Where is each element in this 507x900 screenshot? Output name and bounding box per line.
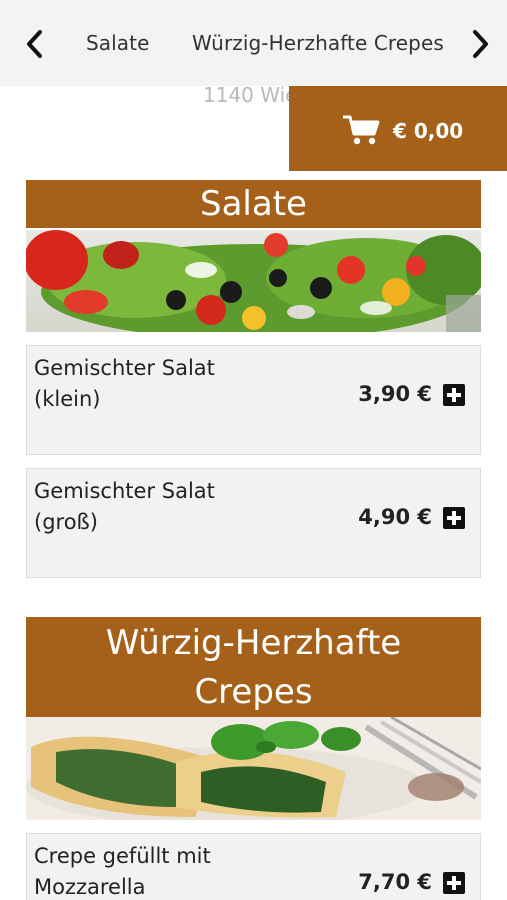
item-price: 3,90 €	[358, 382, 432, 406]
menu-item[interactable]: Gemischter Salat (groß) 4,90 €	[26, 468, 481, 578]
item-price: 7,70 €	[358, 870, 432, 894]
item-name: Gemischter Salat (klein)	[34, 356, 215, 411]
item-name: Gemischter Salat (groß)	[34, 479, 215, 534]
plus-square-icon[interactable]	[443, 384, 465, 406]
cart-total: € 0,00	[393, 119, 464, 143]
salad-image	[26, 230, 481, 332]
tab-wuerzig-herzhafte-crepes[interactable]: Würzig-Herzhafte Crepes	[192, 31, 444, 55]
plus-square-icon[interactable]	[443, 872, 465, 894]
tab-salate[interactable]: Salate	[86, 31, 150, 55]
category-nav: Salate Würzig-Herzhafte Crepes	[0, 0, 507, 86]
item-price: 4,90 €	[358, 505, 432, 529]
chevron-left-icon[interactable]	[20, 27, 50, 61]
section-title-crepes: Würzig-Herzhafte Crepes	[26, 617, 481, 717]
section-title-salate: Salate	[26, 180, 481, 228]
chevron-right-icon[interactable]	[465, 27, 495, 61]
section-title-line-2: Crepes	[194, 672, 313, 712]
menu-item[interactable]: Crepe gefüllt mit Mozzarella 7,70 €	[26, 833, 481, 900]
plus-square-icon[interactable]	[443, 507, 465, 529]
crepes-image	[26, 717, 481, 820]
section-title-line-1: Würzig-Herzhafte	[105, 623, 402, 663]
cart-button[interactable]: € 0,00	[289, 86, 507, 171]
item-name: Crepe gefüllt mit Mozzarella	[34, 844, 211, 899]
cart-icon	[342, 114, 381, 150]
menu-item[interactable]: Gemischter Salat (klein) 3,90 €	[26, 345, 481, 455]
